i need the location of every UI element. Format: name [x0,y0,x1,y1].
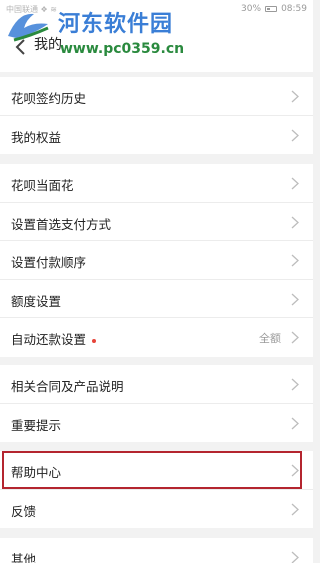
settings-group-payment: 花呗当面花 设置首选支付方式 设置付款顺序 额度设置 自动还款设置 全额 [0,164,313,357]
menu-item-my-benefits[interactable]: 我的权益 [0,116,313,155]
settings-group-legal: 相关合同及产品说明 重要提示 [0,365,313,442]
menu-item-label: 我的权益 [11,129,62,145]
menu-item-label: 花呗当面花 [11,178,74,193]
menu-item-label: 其他 [11,552,37,563]
menu-item-face-to-face[interactable]: 花呗当面花 [0,164,313,203]
settings-group-other: 其他 [0,538,313,563]
menu-item-label: 设置首选支付方式 [11,216,112,232]
page-title: 我的 [34,37,62,53]
chevron-right-icon [291,129,299,141]
menu-item-payment-order[interactable]: 设置付款顺序 [0,241,313,280]
menu-item-value: 全额 [259,332,281,345]
status-right: 30% 08:59 [241,4,307,14]
menu-item-label: 设置付款顺序 [11,255,87,270]
menu-item-label: 自动还款设置 [11,329,97,348]
chevron-right-icon [291,378,299,391]
chevron-right-icon [291,503,299,515]
chevron-right-icon [291,331,299,344]
back-arrow-icon[interactable] [10,36,32,58]
status-bar: 中国联通 ❖ ≋ 30% 08:59 [0,0,313,22]
chevron-right-icon [291,551,299,563]
battery-percent: 30% [241,4,262,14]
menu-item-preferred-payment[interactable]: 设置首选支付方式 [0,203,313,241]
menu-item-label: 重要提示 [11,417,62,433]
chevron-right-icon [291,216,299,228]
notification-dot-icon [92,338,97,343]
menu-item-auto-repay[interactable]: 自动还款设置 全额 [0,318,313,357]
settings-group-contract: 花呗签约历史 我的权益 [0,77,313,154]
battery-icon [265,6,278,12]
chevron-right-icon [291,254,299,267]
menu-item-important-notice[interactable]: 重要提示 [0,404,313,443]
menu-item-label: 反馈 [11,503,37,519]
menu-item-label: 花呗签约历史 [11,91,87,106]
menu-item-label: 相关合同及产品说明 [11,379,124,394]
nav-bar: 我的 [0,22,313,72]
carrier-text: 中国联通 ❖ ≋ [6,5,57,14]
menu-item-contracts[interactable]: 相关合同及产品说明 [0,365,313,404]
clock: 08:59 [281,4,307,14]
chevron-right-icon [291,90,299,103]
chevron-right-icon [291,293,299,305]
menu-item-label: 额度设置 [11,293,62,309]
menu-item-feedback[interactable]: 反馈 [0,490,313,529]
menu-item-other[interactable]: 其他 [0,538,313,563]
chevron-right-icon [291,177,299,190]
menu-item-label-text: 自动还款设置 [11,332,87,347]
highlight-box [2,451,302,489]
menu-item-credit-limit[interactable]: 额度设置 [0,280,313,318]
chevron-right-icon [291,417,299,429]
menu-item-huabei-history[interactable]: 花呗签约历史 [0,77,313,116]
